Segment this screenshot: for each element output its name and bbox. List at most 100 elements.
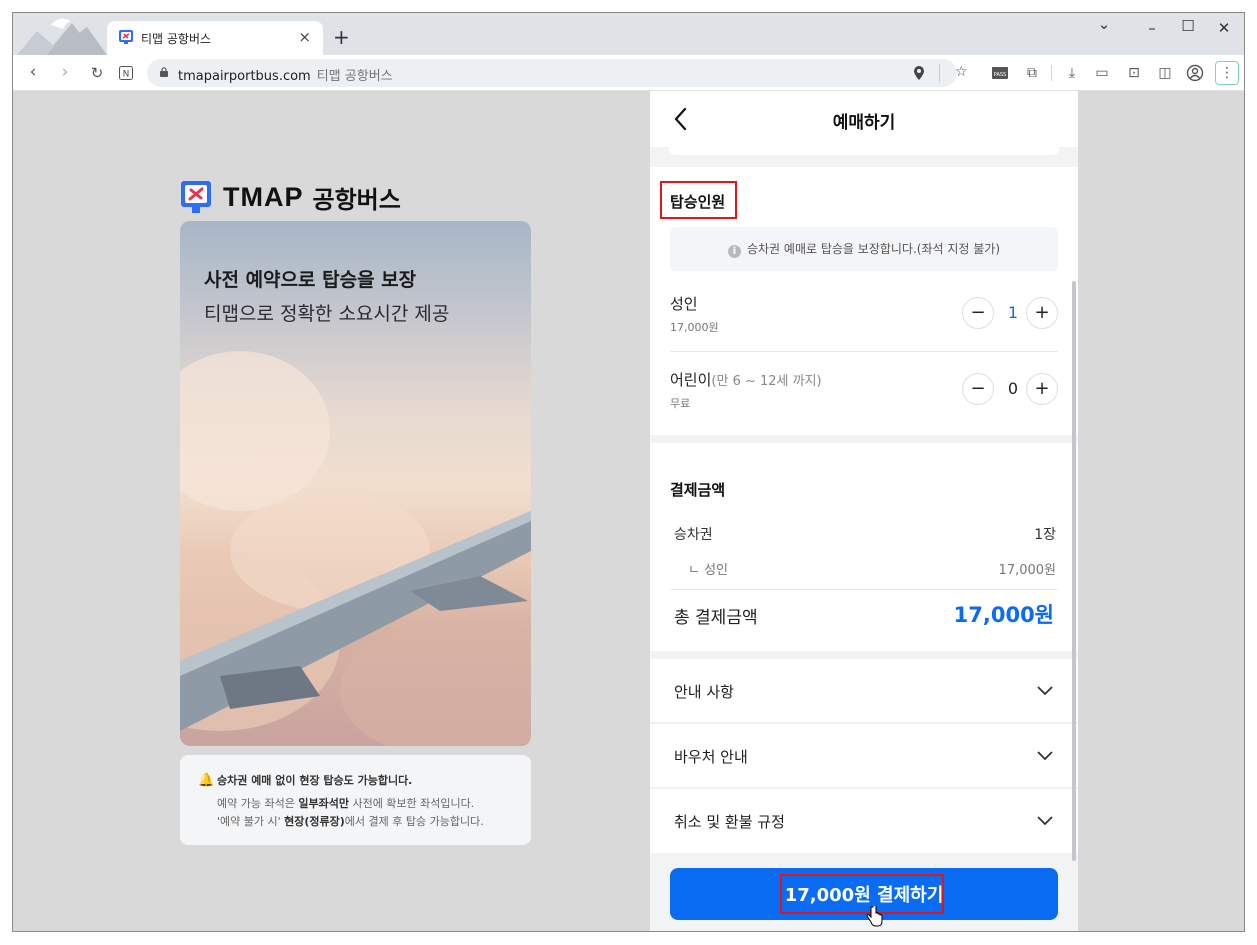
download-icon[interactable]: ⤓ [1063,64,1081,82]
tmap-logo-icon [181,181,211,213]
url-page-title: 티맵 공항버스 [316,69,393,84]
notice-line-1-post: 사전에 확보한 좌석입니다. [348,797,475,810]
previous-card-edge [668,147,1060,155]
browser-window: 티맵 공항버스 × + ⌄ – ☐ ✕ ‹ › ↻ N tmapairportb… [12,12,1245,932]
profile-icon[interactable] [1186,64,1204,82]
chevron-down-icon [1037,686,1053,696]
accordion-label: 취소 및 환불 규정 [674,813,785,831]
adult-count: 1 [1007,303,1019,322]
location-pin-icon[interactable] [913,66,925,80]
url-text: tmapairportbus.com 티맵 공항버스 [178,65,393,84]
child-count: 0 [1007,379,1019,398]
forward-icon[interactable]: › [53,62,77,82]
tab-title: 티맵 공항버스 [141,32,212,46]
ticket-count: 1장 [1034,527,1056,543]
tab-close-icon[interactable]: × [298,28,311,46]
total-value: 17,000원 [953,603,1054,627]
passenger-title-highlight [660,181,737,219]
address-bar[interactable]: tmapairportbus.com 티맵 공항버스 ☆ [147,59,968,87]
accordion-voucher[interactable]: 바우처 안내 [650,724,1078,788]
browser-tab[interactable]: 티맵 공항버스 × [107,21,323,55]
notice-line-1-pre: 예약 가능 좌석은 [217,797,299,810]
payment-section: 결제금액 승차권 1장 ㄴ 성인 17,000원 총 결제금액 17,000원 [650,443,1078,651]
payment-divider [670,589,1058,590]
row-divider [670,351,1058,352]
svg-text:PASS: PASS [994,72,1006,78]
menu-kebab-icon[interactable]: ⋮ [1215,61,1239,85]
close-window-button[interactable]: ✕ [1209,19,1239,37]
accordion-guide[interactable]: 안내 사항 [650,659,1078,723]
pay-button[interactable]: 17,000원 결제하기 [670,868,1058,920]
info-text: 승차권 예매로 탑승을 보장합니다.(좌석 지정 불가) [746,242,1001,256]
child-age-note: (만 6 ~ 12세 까지) [711,374,822,389]
hero-headline: 사전 예약으로 탑승을 보장 [204,269,417,291]
accordion-label: 바우처 안내 [674,748,748,766]
adult-plus-button[interactable]: + [1026,297,1058,329]
lock-icon [160,67,168,77]
adult-subitem-value: 17,000원 [998,563,1056,578]
video-icon[interactable]: ▭ [1093,64,1111,82]
tmap-logo: TMAP 공항버스 [181,179,401,215]
logo-text: TMAP [223,181,304,212]
extensions-puzzle-icon[interactable]: ⧉ [1023,64,1041,82]
info-banner: i 승차권 예매로 탑승을 보장합니다.(좌석 지정 불가) [670,227,1058,271]
hero-image: 사전 예약으로 탑승을 보장 티맵으로 정확한 소요시간 제공 [180,221,531,746]
naver-extension-icon[interactable]: N [119,66,133,80]
hero-subheadline: 티맵으로 정확한 소요시간 제공 [204,303,450,325]
url-domain: tmapairportbus.com [178,69,311,84]
booking-panel: 예매하기 탑승인원 i 승차권 예매로 탑승을 보장합니다.(좌석 지정 불가) … [650,91,1078,931]
hand-cursor-icon [866,906,883,927]
side-panel-icon[interactable]: ◫ [1156,64,1174,82]
panel-header: 예매하기 [650,91,1078,147]
child-plus-button[interactable]: + [1026,373,1058,405]
notice-line-1: 예약 가능 좌석은 일부좌석만 사전에 확보한 좌석입니다. [217,795,474,811]
notice-title: 승차권 예매 없이 현장 탑승도 가능합니다. [217,774,413,787]
adult-price: 17,000원 [670,321,719,334]
info-icon: i [727,245,741,258]
accordion-refund[interactable]: 취소 및 환불 규정 [650,789,1078,853]
tab-strip: 티맵 공항버스 × + ⌄ – ☐ ✕ [13,13,1244,55]
passenger-section: 탑승인원 i 승차권 예매로 탑승을 보장합니다.(좌석 지정 불가) 성인 17… [650,167,1078,435]
notice-line-2-pre: '예약 불가 시' [217,815,285,828]
svg-text:N: N [123,70,130,80]
minimize-button[interactable]: – [1137,19,1167,37]
bell-icon: 🔔 [198,773,215,788]
notice-box: 🔔 승차권 예매 없이 현장 탑승도 가능합니다. 예약 가능 좌석은 일부좌석… [180,755,531,845]
child-price: 무료 [670,397,691,410]
page-viewport: TMAP 공항버스 사전 예약으로 탑승을 보장 티맵으로 정확한 소요시간 제… [13,91,1244,931]
child-minus-button[interactable]: − [962,373,994,405]
scrollbar[interactable] [1072,281,1076,861]
tab-search-icon[interactable]: ⌄ [1089,15,1119,33]
reload-icon[interactable]: ↻ [85,64,109,82]
child-label: 어린이 [670,371,712,389]
total-label: 총 결제금액 [674,608,758,628]
adult-subitem-label: ㄴ 성인 [688,563,729,578]
omnibox-divider [939,64,940,82]
notice-line-2-post: 에서 결제 후 탑승 가능합니다. [344,815,484,828]
bookmark-star-icon[interactable]: ☆ [955,64,968,80]
logo-text-kr: 공항버스 [312,185,401,214]
new-tab-button[interactable]: + [333,25,350,49]
pay-button-highlight [780,874,944,914]
adult-minus-button[interactable]: − [962,297,994,329]
chevron-down-icon [1037,816,1053,826]
tmap-favicon-icon [119,30,133,44]
notice-line-2: '예약 불가 시' 현장(정류장)에서 결제 후 탑승 가능합니다. [217,813,484,829]
ticket-label: 승차권 [674,527,713,543]
adult-label: 성인 [670,295,698,313]
accordion-divider [650,722,1078,723]
notice-line-2-bold: 현장(정류장) [284,815,345,828]
accordion-divider [650,787,1078,788]
maximize-button[interactable]: ☐ [1173,17,1203,35]
child-label-row: 어린이(만 6 ~ 12세 까지) [670,369,822,390]
back-icon[interactable]: ‹ [21,62,45,82]
page-title: 예매하기 [832,113,896,133]
pass-extension-icon[interactable]: PASS [991,64,1009,82]
payment-title: 결제금액 [670,481,726,499]
browser-toolbar: ‹ › ↻ N tmapairportbus.com 티맵 공항버스 ☆ PASS… [13,55,1244,91]
notice-line-1-bold: 일부좌석만 [298,797,349,810]
screenshot-icon[interactable]: ⊡ [1125,64,1143,82]
accordion-label: 안내 사항 [674,683,734,701]
theme-decoration-icon [17,18,107,55]
chevron-down-icon [1037,751,1053,761]
